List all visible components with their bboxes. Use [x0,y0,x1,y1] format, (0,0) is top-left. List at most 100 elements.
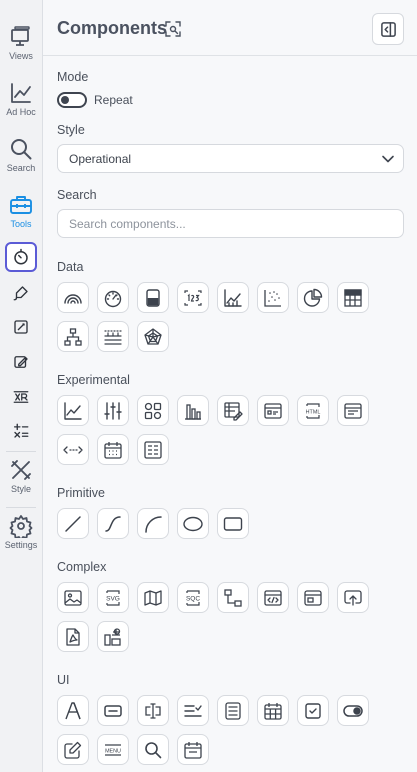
pie-chart-icon [303,288,323,307]
section-title-primitive: Primitive [57,486,105,500]
arc-icon [145,515,162,533]
template-edit-icon [14,356,28,368]
rectangle-icon [223,516,243,531]
components-panel: Components Mode Repeat Style Operational… [43,0,417,772]
component-calendar[interactable] [257,695,289,726]
spacer-icon [63,445,83,454]
component-svg[interactable]: SVG [97,582,129,613]
component-line[interactable] [57,508,89,539]
component-code-embed[interactable] [257,582,289,613]
component-button[interactable] [97,695,129,726]
rail-item-style[interactable]: Style [0,458,42,494]
repeat-toggle[interactable] [57,92,87,108]
mode-label: Mode [57,70,89,84]
pdf-icon [66,627,80,646]
rail-label-search: Search [6,163,36,173]
component-menu[interactable]: MENU [97,734,129,765]
dashboard-icon [104,627,121,646]
collapse-panel-button[interactable] [372,13,404,45]
component-list-check[interactable] [177,695,209,726]
component-window[interactable] [297,582,329,613]
component-scatter-plot[interactable] [257,282,289,313]
typography-icon [65,701,81,719]
section-title-data: Data [57,260,84,274]
toggle-icon [343,704,363,717]
rail-sub-symbols[interactable] [5,312,37,342]
component-equalizer[interactable] [97,395,129,426]
component-form[interactable] [257,395,289,426]
list-check-icon [184,704,202,717]
component-line-chart[interactable] [217,282,249,313]
component-text-input[interactable] [137,695,169,726]
component-sqc[interactable]: SQC [177,582,209,613]
component-tree-hierarchy[interactable] [57,321,89,352]
component-html[interactable]: HTML [297,395,329,426]
rail-sub-calculations[interactable] [5,416,37,446]
curve-icon [105,515,121,532]
section-title-experimental: Experimental [57,373,130,387]
rail-sub-templates[interactable] [5,347,37,377]
rail-sub-paint[interactable] [5,278,37,308]
component-tank-gauge[interactable] [137,282,169,313]
component-upload[interactable] [337,582,369,613]
component-timeseries[interactable] [97,321,129,352]
component-pdf[interactable] [57,621,89,652]
component-trend-chart[interactable] [57,395,89,426]
toggle-knob [61,96,69,104]
component-speedometer[interactable] [97,282,129,313]
component-arc[interactable] [137,508,169,539]
component-text-area[interactable] [217,695,249,726]
search-input[interactable] [57,209,404,238]
toolbox-icon [10,196,32,214]
numeric-display-icon [184,289,202,306]
radar-chart-icon [144,327,162,345]
trend-chart-icon [64,401,82,420]
component-device-grid[interactable] [137,395,169,426]
component-dashboard[interactable] [97,621,129,652]
component-numeric-display[interactable] [177,282,209,313]
component-bar-chart[interactable] [177,395,209,426]
rail-item-views[interactable]: Views [0,25,42,61]
component-calendar-grid[interactable] [97,434,129,465]
rail-label-tools: Tools [10,219,32,229]
map-icon [144,589,162,606]
svg-text:SVG: SVG [106,595,120,602]
component-arc-gauge[interactable] [57,282,89,313]
component-table-grid[interactable] [337,282,369,313]
rail-item-settings[interactable]: Settings [0,514,42,550]
menu-icon: MENU [105,743,121,756]
calculator-operators-icon [13,423,29,438]
component-rectangle[interactable] [217,508,249,539]
component-matrix[interactable] [137,434,169,465]
component-radar-chart[interactable] [137,321,169,352]
component-report[interactable] [337,395,369,426]
component-pie-chart[interactable] [297,282,329,313]
component-flowchart[interactable] [217,582,249,613]
style-dropdown[interactable]: Operational [57,144,404,173]
calendar-grid-icon [104,441,122,459]
component-map[interactable] [137,582,169,613]
gauge-dial-icon [14,248,28,265]
search-icon [11,139,32,160]
component-toggle[interactable] [337,695,369,726]
component-edit[interactable] [57,734,89,765]
text-area-icon [225,701,241,720]
component-date-picker[interactable] [177,734,209,765]
component-search[interactable] [137,734,169,765]
component-curve[interactable] [97,508,129,539]
repeat-label: Repeat [94,93,133,107]
component-typography[interactable] [57,695,89,726]
rail-item-ad-hoc[interactable]: Ad Hoc [0,81,42,117]
scan-search-icon[interactable] [165,21,181,37]
rail-sub-xr[interactable] [5,382,37,412]
component-spacer[interactable] [57,434,89,465]
component-image[interactable] [57,582,89,613]
rail-label-views: Views [9,51,33,61]
rail-item-search[interactable]: Search [0,137,42,173]
component-ellipse[interactable] [177,508,209,539]
component-pivot-table[interactable] [217,395,249,426]
xr-icon [13,391,29,403]
rail-item-tools[interactable]: Tools [0,193,42,229]
rail-sub-components[interactable] [5,242,37,272]
component-checkbox[interactable] [297,695,329,726]
